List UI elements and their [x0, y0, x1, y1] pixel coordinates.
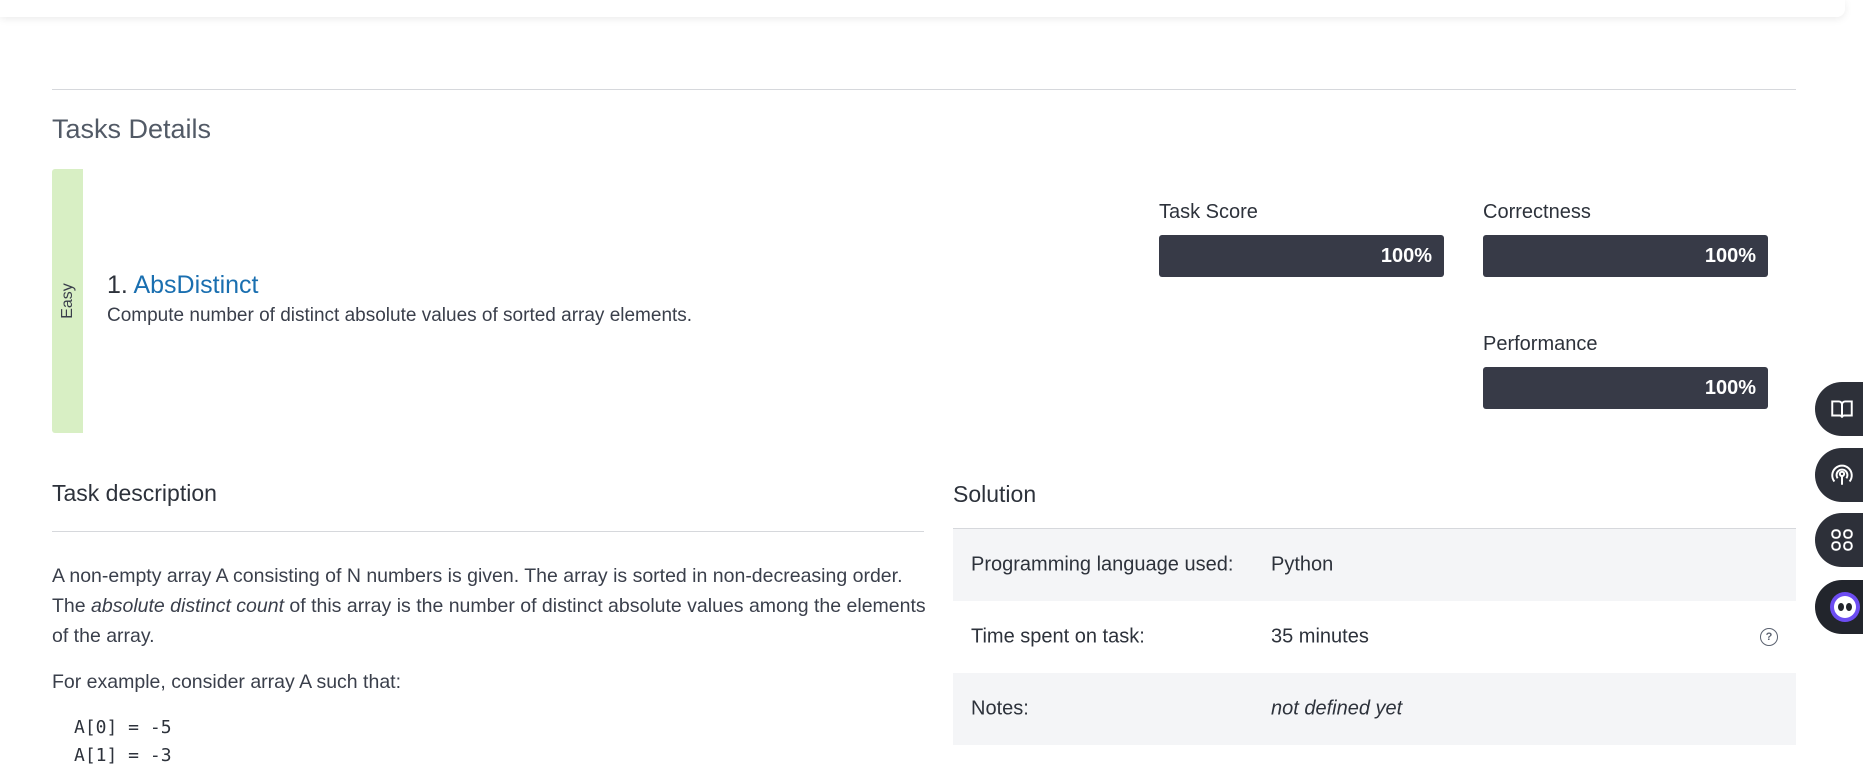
task-score-bar: 100% [1159, 235, 1444, 277]
task-description-example: For example, consider array A such that: [52, 671, 402, 693]
chatbot-button[interactable] [1815, 580, 1863, 634]
top-header-bar [0, 0, 1845, 17]
row-value: Python [1271, 553, 1334, 576]
task-summary: Compute number of distinct absolute valu… [107, 305, 693, 326]
difficulty-badge: Easy [52, 169, 83, 433]
solution-row-time: Time spent on task: 35 minutes ? [953, 601, 1796, 673]
chatbot-icon [1830, 592, 1860, 622]
task-score-label: Task Score [1159, 201, 1258, 223]
page-title: Tasks Details [52, 114, 212, 144]
correctness-label: Correctness [1483, 201, 1591, 223]
row-value: 35 minutes [1271, 625, 1369, 648]
book-button[interactable] [1815, 382, 1863, 436]
task-description-title: Task description [52, 480, 217, 506]
row-value: not defined yet [1271, 697, 1403, 720]
divider [52, 531, 924, 532]
row-label: Programming language used: [971, 553, 1234, 576]
apps-grid-icon [1831, 529, 1853, 551]
book-icon [1831, 400, 1853, 418]
performance-label: Performance [1483, 333, 1598, 355]
task-description-paragraph: A non-empty array A consisting of N numb… [52, 561, 932, 651]
row-label: Time spent on task: [971, 625, 1145, 648]
description-emphasis: absolute distinct count [91, 595, 284, 617]
task-name-link[interactable]: AbsDistinct [133, 271, 258, 299]
difficulty-label: Easy [58, 283, 76, 319]
performance-value: 100% [1704, 376, 1756, 399]
solution-title: Solution [953, 481, 1037, 507]
performance-bar: 100% [1483, 367, 1768, 409]
divider [52, 89, 1796, 90]
row-label: Notes: [971, 697, 1029, 720]
solution-row-language: Programming language used: Python [953, 529, 1796, 601]
help-icon[interactable]: ? [1760, 628, 1778, 646]
broadcast-icon [1831, 464, 1853, 485]
task-score-value: 100% [1380, 244, 1432, 267]
correctness-bar: 100% [1483, 235, 1768, 277]
code-line: A[0] = -5 [74, 717, 172, 738]
code-line: A[1] = -3 [74, 745, 172, 766]
correctness-value: 100% [1704, 244, 1756, 267]
solution-row-notes: Notes: not defined yet [953, 673, 1796, 745]
task-title: 1. AbsDistinct [107, 271, 258, 300]
task-number: 1. [107, 271, 128, 299]
broadcast-button[interactable] [1815, 448, 1863, 502]
apps-button[interactable] [1815, 513, 1863, 567]
